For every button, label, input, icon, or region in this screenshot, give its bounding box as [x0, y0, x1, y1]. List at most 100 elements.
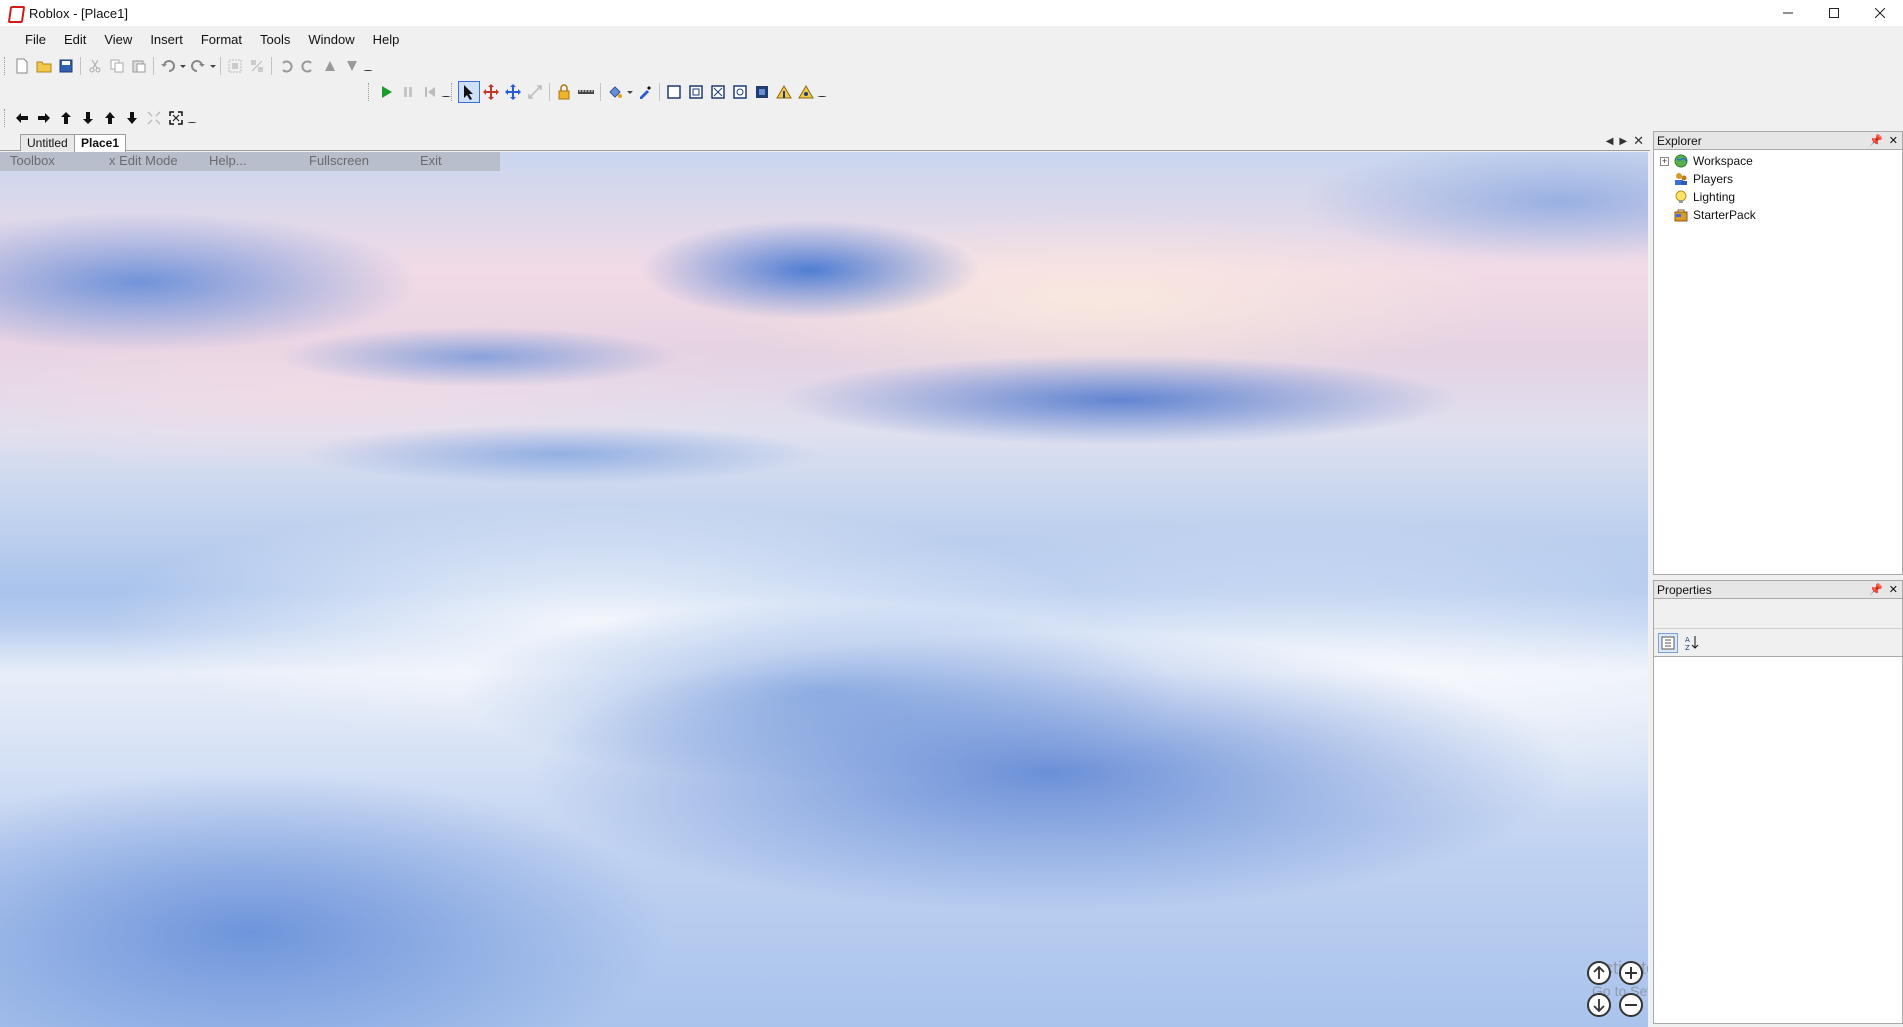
move-up-button[interactable]: [319, 55, 341, 77]
tab-place1[interactable]: Place1: [74, 134, 127, 152]
camera-down-button[interactable]: [1587, 993, 1611, 1017]
tab-untitled[interactable]: Untitled: [20, 134, 75, 151]
maximize-button[interactable]: [1811, 0, 1857, 26]
toolbar-grip[interactable]: [4, 109, 8, 127]
surface-glue-button[interactable]: [685, 81, 707, 103]
ruler-button[interactable]: [575, 81, 597, 103]
menu-edit[interactable]: Edit: [55, 29, 95, 51]
tree-item-workspace[interactable]: + Workspace: [1654, 152, 1902, 170]
toolbar-grip[interactable]: [368, 83, 372, 101]
ruler-icon: [578, 90, 594, 94]
rotate-right-button[interactable]: [297, 55, 319, 77]
look-at-button[interactable]: [165, 107, 187, 129]
close-document-icon[interactable]: ✕: [1633, 133, 1644, 149]
tab-scroll-right-icon[interactable]: ▶: [1619, 136, 1627, 147]
zoom-extents-icon: [147, 111, 161, 125]
menu-format[interactable]: Format: [192, 29, 251, 51]
surface-hinge-button[interactable]: [773, 81, 795, 103]
ungroup-button[interactable]: [246, 55, 268, 77]
lock-button[interactable]: [553, 81, 575, 103]
tilt-down-button[interactable]: [77, 107, 99, 129]
menu-file[interactable]: File: [16, 29, 55, 51]
dropper-button[interactable]: [634, 81, 656, 103]
toolbox-link[interactable]: Toolbox: [10, 153, 55, 168]
toolbar-grip[interactable]: [451, 83, 455, 101]
tree-item-starterpack[interactable]: StarterPack: [1654, 206, 1902, 224]
tree-item-players[interactable]: Players: [1654, 170, 1902, 188]
toolbar-grip[interactable]: [4, 57, 8, 75]
cut-button[interactable]: [84, 55, 106, 77]
paint-dropdown[interactable]: [626, 81, 634, 103]
surface-motor-button[interactable]: [795, 81, 817, 103]
open-button[interactable]: [33, 55, 55, 77]
paste-button[interactable]: [128, 55, 150, 77]
resize-tool-button[interactable]: [524, 81, 546, 103]
toolbar-overflow[interactable]: [363, 55, 373, 77]
zoom-out-camera-button[interactable]: [121, 107, 143, 129]
help-link[interactable]: Help...: [209, 153, 247, 168]
minimize-button[interactable]: [1765, 0, 1811, 26]
expand-icon[interactable]: +: [1660, 156, 1669, 166]
undo-button[interactable]: [157, 55, 179, 77]
3d-viewport[interactable]: Toolbox x Edit Mode Help... Fullscreen E…: [0, 152, 1648, 1027]
axis-move-button[interactable]: [502, 81, 524, 103]
toolbar-overflow[interactable]: [441, 81, 451, 103]
standard-toolbar: [4, 54, 373, 78]
copy-button[interactable]: [106, 55, 128, 77]
tilt-up-button[interactable]: [55, 107, 77, 129]
fullscreen-link[interactable]: Fullscreen: [309, 153, 369, 168]
pan-right-button[interactable]: [33, 107, 55, 129]
save-button[interactable]: [55, 55, 77, 77]
drag-tool-button[interactable]: [480, 81, 502, 103]
surface-smooth-button[interactable]: [663, 81, 685, 103]
camera-up-button[interactable]: [1587, 961, 1611, 985]
select-tool-button[interactable]: [458, 81, 480, 103]
close-panel-icon[interactable]: ✕: [1889, 132, 1898, 150]
run-button[interactable]: [375, 81, 397, 103]
group-icon: [228, 59, 242, 73]
rotate-left-button[interactable]: [275, 55, 297, 77]
new-button[interactable]: [11, 55, 33, 77]
surface-inlet-button[interactable]: [751, 81, 773, 103]
pin-icon[interactable]: 📌: [1869, 581, 1883, 599]
rewind-icon: [425, 87, 435, 97]
zoom-out-button[interactable]: [1619, 993, 1643, 1017]
toolbar-overflow[interactable]: [817, 81, 827, 103]
arrow-up-icon: [105, 112, 115, 124]
zoom-in-camera-button[interactable]: [99, 107, 121, 129]
pan-left-button[interactable]: [11, 107, 33, 129]
paint-button[interactable]: [604, 81, 626, 103]
group-button[interactable]: [224, 55, 246, 77]
properties-panel: Properties 📌 ✕ AZ: [1653, 580, 1903, 1024]
toolbar-overflow[interactable]: [187, 107, 197, 129]
pause-button[interactable]: [397, 81, 419, 103]
menu-view[interactable]: View: [95, 29, 141, 51]
zoom-extents-button[interactable]: [143, 107, 165, 129]
zoom-in-button[interactable]: [1619, 961, 1643, 985]
pin-icon[interactable]: 📌: [1869, 132, 1883, 150]
tree-item-lighting[interactable]: Lighting: [1654, 188, 1902, 206]
fit-to-screen-icon: [169, 111, 183, 125]
players-icon: [1673, 171, 1689, 187]
menu-help[interactable]: Help: [364, 29, 409, 51]
exit-link[interactable]: Exit: [420, 153, 442, 168]
menu-tools[interactable]: Tools: [251, 29, 299, 51]
surface-studs-button[interactable]: [729, 81, 751, 103]
close-window-button[interactable]: [1857, 0, 1903, 26]
reset-button[interactable]: [419, 81, 441, 103]
categorized-button[interactable]: [1658, 632, 1678, 653]
move-down-button[interactable]: [341, 55, 363, 77]
dropper-icon: [640, 86, 651, 99]
rotate-right-icon: [301, 60, 312, 73]
close-panel-icon[interactable]: ✕: [1889, 581, 1898, 599]
menu-insert[interactable]: Insert: [141, 29, 192, 51]
edit-mode-link[interactable]: x Edit Mode: [109, 153, 178, 168]
glue-surface-icon: [689, 85, 703, 99]
redo-button[interactable]: [187, 55, 209, 77]
alphabetical-button[interactable]: AZ: [1682, 633, 1702, 653]
menu-window[interactable]: Window: [299, 29, 363, 51]
redo-dropdown[interactable]: [209, 55, 217, 77]
tab-scroll-left-icon[interactable]: ◀: [1606, 136, 1614, 147]
undo-dropdown[interactable]: [179, 55, 187, 77]
surface-weld-button[interactable]: [707, 81, 729, 103]
